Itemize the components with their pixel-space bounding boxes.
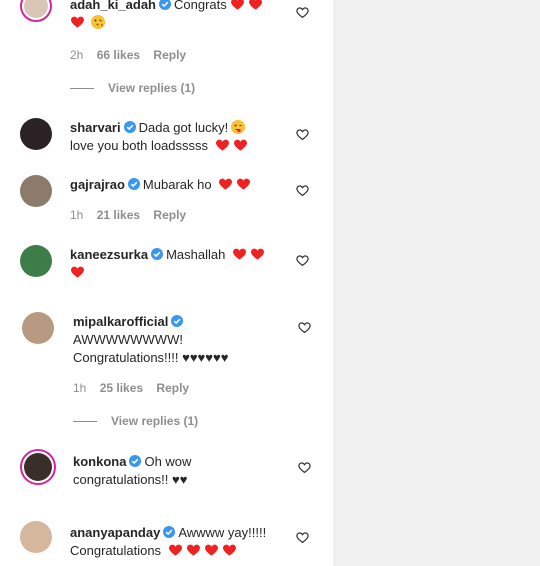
red-heart-icon — [215, 139, 229, 151]
comments-panel: adah_ki_adah Congrats 2h 66 likes Reply V… — [0, 0, 333, 566]
comment-body: gajrajrao Mubarak ho — [70, 176, 295, 194]
heart-outline-icon[interactable] — [296, 6, 309, 19]
red-heart-icon — [250, 248, 264, 260]
avatar[interactable] — [20, 175, 52, 207]
comment-body: adah_ki_adah Congrats — [70, 0, 295, 32]
view-replies-label: View replies (1) — [108, 81, 196, 95]
view-replies-button[interactable]: View replies (1) — [73, 414, 198, 428]
red-heart-icon — [222, 544, 236, 556]
view-replies-button[interactable]: View replies (1) — [70, 81, 195, 95]
red-heart-icon — [232, 248, 246, 260]
comment-text-line2: congratulations!! ♥♥ — [73, 472, 188, 487]
username[interactable]: gajrajrao — [70, 177, 125, 192]
red-heart-icon — [237, 178, 251, 190]
reply-button[interactable]: Reply — [156, 381, 189, 395]
likes-count[interactable]: 21 likes — [97, 208, 140, 222]
username[interactable]: konkona — [73, 454, 126, 469]
verified-badge-icon — [129, 455, 142, 467]
verified-badge-icon — [151, 248, 164, 260]
comment-time: 1h — [70, 208, 84, 222]
likes-count[interactable]: 66 likes — [97, 48, 140, 62]
comment-text: Oh wow — [144, 454, 192, 469]
avatar[interactable] — [20, 118, 52, 150]
comment-body: sharvari Dada got lucky! love you both lo… — [70, 119, 295, 155]
username[interactable]: kaneezsurka — [70, 247, 148, 262]
view-replies-label: View replies (1) — [111, 414, 199, 428]
username[interactable]: adah_ki_adah — [70, 0, 156, 12]
avatar[interactable] — [20, 449, 56, 485]
comment-body: mipalkarofficial AWWWWWWWW! Congratulati… — [73, 313, 298, 367]
comment-body: konkona Oh wow congratulations!! ♥♥ — [73, 453, 298, 489]
red-heart-icon — [249, 0, 263, 10]
comment-text-line2: Congratulations!!!! ♥♥♥♥♥♥ — [73, 350, 229, 365]
avatar[interactable] — [20, 245, 52, 277]
verified-badge-icon — [171, 315, 184, 327]
winking-tongue-emoji-icon — [231, 120, 246, 134]
red-heart-icon — [231, 0, 245, 10]
username[interactable]: sharvari — [70, 120, 121, 135]
comment-text-line2: Congratulations — [70, 543, 162, 558]
red-heart-icon — [71, 266, 84, 278]
comment-text: Dada got lucky! — [138, 120, 229, 135]
heart-outline-icon[interactable] — [296, 128, 309, 141]
comment-body: kaneezsurka Mashallah — [70, 246, 295, 282]
comment-text: Awwww yay!!!!! — [178, 525, 267, 540]
verified-badge-icon — [127, 178, 140, 190]
username[interactable]: ananyapanday — [70, 525, 160, 540]
heart-outline-icon[interactable] — [298, 461, 311, 474]
comment-text-line2: love you both loadsssss — [70, 138, 209, 153]
red-heart-icon — [71, 16, 84, 28]
likes-count[interactable]: 25 likes — [100, 381, 143, 395]
comment-text: Congrats — [174, 0, 227, 12]
red-heart-icon — [219, 178, 233, 190]
replies-divider — [70, 88, 94, 90]
comment-text: AWWWWWWWW! — [73, 332, 183, 347]
reply-button[interactable]: Reply — [153, 208, 186, 222]
red-heart-icon — [168, 544, 182, 556]
reply-button[interactable]: Reply — [153, 48, 186, 62]
comment-meta: 2h 66 likes Reply — [70, 48, 196, 62]
verified-badge-icon — [159, 0, 171, 10]
heart-outline-icon[interactable] — [296, 531, 309, 544]
heart-outline-icon[interactable] — [296, 254, 309, 267]
kiss-emoji-icon — [91, 15, 105, 29]
comment-text: Mubarak ho — [142, 177, 212, 192]
comment-time: 1h — [73, 381, 87, 395]
verified-badge-icon — [123, 121, 136, 133]
heart-outline-icon[interactable] — [296, 184, 309, 197]
verified-badge-icon — [163, 526, 176, 538]
comment-body: ananyapanday Awwww yay!!!!! Congratulatio… — [70, 524, 295, 560]
comment-meta: 1h 21 likes Reply — [70, 208, 196, 222]
red-heart-icon — [204, 544, 218, 556]
comment-text: Mashallah — [166, 247, 226, 262]
comment-meta: 1h 25 likes Reply — [73, 381, 199, 395]
comment-time: 2h — [70, 48, 84, 62]
avatar[interactable] — [20, 521, 52, 553]
avatar[interactable] — [22, 312, 54, 344]
avatar[interactable] — [20, 0, 52, 22]
heart-outline-icon[interactable] — [298, 321, 311, 334]
red-heart-icon — [233, 139, 247, 151]
username[interactable]: mipalkarofficial — [73, 314, 168, 329]
replies-divider — [73, 421, 97, 423]
red-heart-icon — [186, 544, 200, 556]
